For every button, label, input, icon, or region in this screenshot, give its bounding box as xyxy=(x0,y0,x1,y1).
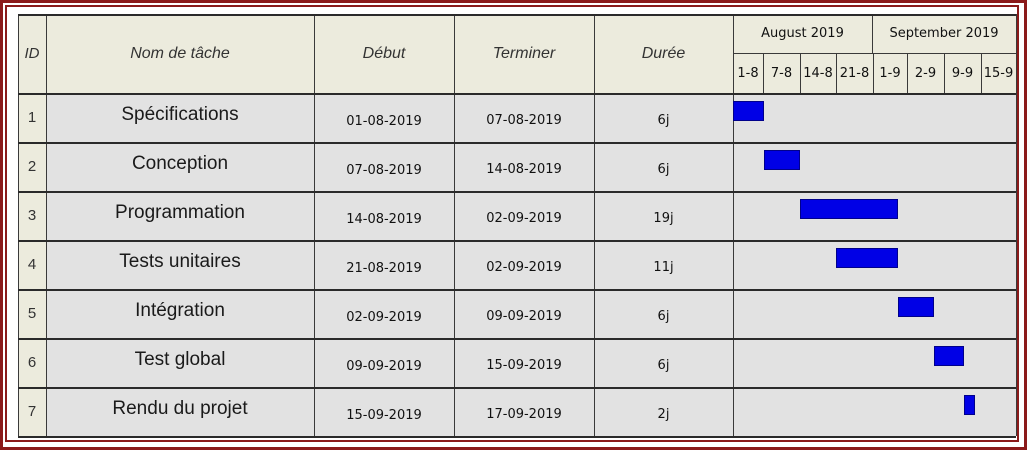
grid-line xyxy=(314,14,315,436)
grid-line xyxy=(18,191,1016,193)
gantt-bar xyxy=(897,296,934,317)
task-start-date: 09-09-2019 xyxy=(314,338,454,387)
gantt-bar xyxy=(835,247,898,268)
grid-line xyxy=(18,240,1016,242)
task-start-date: 21-08-2019 xyxy=(314,240,454,289)
header-end: Terminer xyxy=(454,14,594,93)
header-id: ID xyxy=(18,14,46,93)
week-header: 1-9 xyxy=(873,53,907,93)
week-header: 9-9 xyxy=(944,53,981,93)
week-header: 14-8 xyxy=(800,53,836,93)
header-task: Nom de tâche xyxy=(46,14,314,93)
task-name: Conception xyxy=(46,142,314,191)
task-name: Test global xyxy=(46,338,314,387)
task-start-date: 02-09-2019 xyxy=(314,289,454,338)
task-duration: 6j xyxy=(594,289,733,338)
task-duration: 2j xyxy=(594,387,733,436)
grid-line xyxy=(873,53,874,93)
gantt-bar xyxy=(799,198,898,219)
grid-line xyxy=(1016,14,1017,436)
task-end-date: 02-09-2019 xyxy=(454,191,594,240)
header-duration: Durée xyxy=(594,14,733,93)
grid-line xyxy=(46,14,47,436)
grid-line xyxy=(763,53,764,93)
task-duration: 6j xyxy=(594,338,733,387)
grid-line xyxy=(18,14,1016,16)
week-header: 2-9 xyxy=(907,53,944,93)
week-header: 15-9 xyxy=(981,53,1016,93)
grid-line xyxy=(18,289,1016,291)
grid-line xyxy=(872,14,873,53)
task-duration: 6j xyxy=(594,93,733,142)
task-name: Rendu du projet xyxy=(46,387,314,436)
gantt-bar xyxy=(733,100,764,121)
task-end-date: 09-09-2019 xyxy=(454,289,594,338)
task-end-date: 02-09-2019 xyxy=(454,240,594,289)
task-start-date: 01-08-2019 xyxy=(314,93,454,142)
task-end-date: 17-09-2019 xyxy=(454,387,594,436)
task-name: Intégration xyxy=(46,289,314,338)
week-header: 1-8 xyxy=(733,53,763,93)
week-header: 21-8 xyxy=(836,53,873,93)
task-duration: 11j xyxy=(594,240,733,289)
task-id: 4 xyxy=(18,240,46,289)
task-end-date: 07-08-2019 xyxy=(454,93,594,142)
task-start-date: 07-08-2019 xyxy=(314,142,454,191)
grid-line xyxy=(594,14,595,436)
task-duration: 19j xyxy=(594,191,733,240)
task-start-date: 15-09-2019 xyxy=(314,387,454,436)
grid-line xyxy=(981,53,982,93)
month-header: September 2019 xyxy=(872,14,1016,53)
grid-line xyxy=(836,53,837,93)
gantt-bar xyxy=(964,394,975,415)
grid-line xyxy=(18,387,1016,389)
task-id: 5 xyxy=(18,289,46,338)
task-id: 6 xyxy=(18,338,46,387)
task-start-date: 14-08-2019 xyxy=(314,191,454,240)
task-end-date: 14-08-2019 xyxy=(454,142,594,191)
gantt-bar xyxy=(763,149,800,170)
task-id: 3 xyxy=(18,191,46,240)
chart-row xyxy=(733,93,1016,142)
grid-line xyxy=(18,93,1016,95)
gantt-bar xyxy=(933,345,965,366)
grid-line xyxy=(800,53,801,93)
header-start: Début xyxy=(314,14,454,93)
week-header: 7-8 xyxy=(763,53,800,93)
grid-line xyxy=(18,14,19,436)
grid-line xyxy=(944,53,945,93)
grid-line xyxy=(18,436,1016,438)
grid-line xyxy=(454,14,455,436)
task-name: Programmation xyxy=(46,191,314,240)
task-duration: 6j xyxy=(594,142,733,191)
chart-row xyxy=(733,338,1016,387)
grid-line xyxy=(733,14,734,436)
month-header: August 2019 xyxy=(733,14,872,53)
task-id: 1 xyxy=(18,93,46,142)
task-name: Tests unitaires xyxy=(46,240,314,289)
task-end-date: 15-09-2019 xyxy=(454,338,594,387)
grid-line xyxy=(18,142,1016,144)
grid-line xyxy=(733,53,1016,54)
task-id: 2 xyxy=(18,142,46,191)
grid-line xyxy=(18,338,1016,340)
grid-line xyxy=(907,53,908,93)
task-id: 7 xyxy=(18,387,46,436)
task-name: Spécifications xyxy=(46,93,314,142)
chart-row xyxy=(733,289,1016,338)
